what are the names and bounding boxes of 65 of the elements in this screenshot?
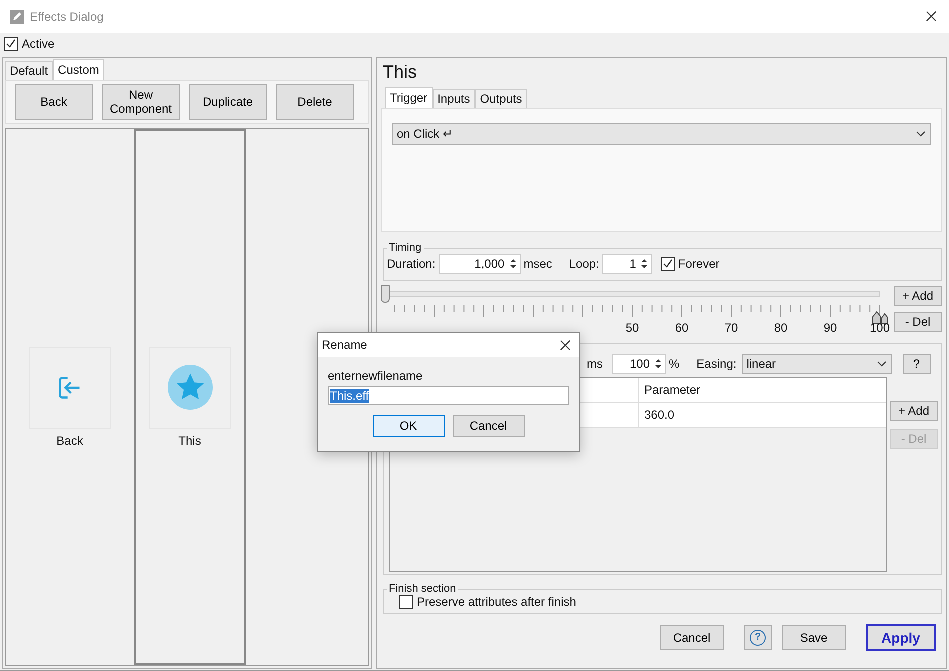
footer-button[interactable]: Cancel [660,625,724,650]
help-button[interactable]: ? [744,625,772,650]
tick-label: 70 [724,321,738,335]
loop-spinbox[interactable]: 1 [602,254,652,274]
close-icon[interactable] [560,340,571,350]
close-icon[interactable] [926,11,937,22]
tab[interactable]: Outputs [475,89,528,108]
window-title: Effects Dialog [30,10,105,24]
dialog-title: Rename [322,338,368,352]
tab[interactable]: Default [5,61,54,80]
trigger-dropdown[interactable]: on Click ↵ [392,123,931,145]
slider-thumb[interactable] [381,285,390,303]
tick-label: 50 [626,321,640,335]
tick-label: 90 [824,321,838,335]
spin-arrows-icon[interactable] [640,257,650,271]
tab[interactable]: Inputs [432,89,476,108]
unit-label: % [669,357,680,371]
unit-label: ms [587,357,603,371]
forever-checkbox[interactable] [661,257,676,271]
column-header: Parameter [638,378,886,402]
preserve-label: Preserve attributes after finish [417,595,576,609]
component-label: Back [56,434,84,448]
tab[interactable]: Trigger [385,87,433,108]
tick-label: 100 [870,321,890,335]
field-label: Easing: [696,357,737,371]
effect-title: This [382,62,418,84]
active-label: Active [22,37,55,51]
active-checkbox[interactable] [4,37,18,51]
easing-dropdown[interactable]: linear [742,354,892,374]
chevron-down-icon [916,131,926,137]
add-button[interactable]: + Add [894,286,942,306]
unit-label: msec [524,257,552,271]
component-item[interactable]: This [134,129,246,665]
add-button[interactable]: + Add [890,401,938,421]
pencil-icon [10,10,24,24]
component-item[interactable]: Back [6,129,134,665]
duration-spinbox[interactable]: 1,000 [438,254,521,274]
help-button[interactable]: ? [902,354,931,374]
percent-spinbox[interactable]: 100 [612,354,666,374]
footer-button[interactable]: Save [782,625,846,650]
group-title: Timing [388,242,423,254]
toolbar-button[interactable]: Delete [276,84,354,120]
prompt-text: enternewfilename [328,369,424,383]
tab[interactable]: Custom [53,59,104,80]
toolbar-button[interactable]: New Component [102,84,180,120]
chevron-down-icon [876,361,887,367]
exit-arrow-icon [57,374,83,400]
dialog-button[interactable]: Cancel [452,415,524,437]
field-label: Loop: [569,257,600,271]
field-label: Duration: [387,257,436,271]
remove-button[interactable]: - Del [894,312,942,332]
apply-button[interactable]: Apply [866,624,936,651]
group-title: Finish section [388,583,458,595]
filename-field[interactable]: This.eff [328,386,569,405]
table-cell: 360.0 [638,403,886,427]
tick-label: 60 [675,321,689,335]
toolbar-button[interactable]: Back [15,84,93,120]
preserve-checkbox[interactable] [399,595,413,609]
tick-label: 80 [774,321,788,335]
spin-arrows-icon[interactable] [508,257,518,271]
forever-label: Forever [678,257,720,271]
dialog-button[interactable]: OK [372,415,444,437]
component-label: This [178,434,202,448]
spin-arrows-icon[interactable] [654,357,663,371]
toolbar-button[interactable]: Duplicate [189,84,267,120]
